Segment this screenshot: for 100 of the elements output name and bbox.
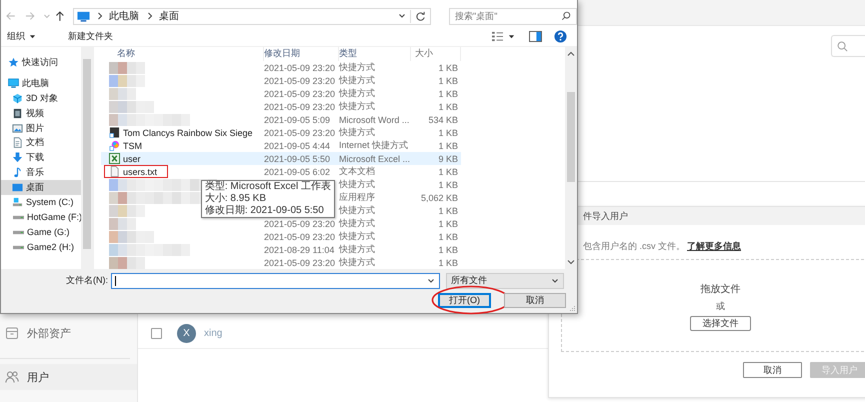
- date-cell: 2021-05-09 23:20: [264, 128, 336, 138]
- users-icon: [5, 370, 19, 384]
- drive-icon: [12, 196, 23, 208]
- toolbar-button[interactable]: 新建文件夹: [64, 30, 117, 43]
- size-cell: 1 KB: [438, 258, 458, 268]
- file-name: user: [123, 154, 141, 164]
- date-cell: 2021-09-05 5:09: [264, 114, 330, 124]
- cube-icon: [12, 92, 23, 104]
- toolbar-button[interactable]: 组织: [3, 30, 40, 43]
- up-arrow-icon[interactable]: [54, 10, 66, 22]
- size-cell: 534 KB: [428, 114, 458, 124]
- column-header[interactable]: 修改日期: [264, 47, 339, 61]
- date-cell: 2021-05-09 23:20: [264, 102, 336, 112]
- type-cell: Internet 快捷方式: [339, 140, 408, 150]
- file-row[interactable]: user 2021-09-05 5:50 Microsoft Excel ... 9 KB: [101, 152, 461, 165]
- filename-field[interactable]: [111, 272, 440, 288]
- type-cell: 快捷方式: [339, 75, 375, 85]
- file-name: users.txt: [123, 166, 158, 176]
- download-icon: [12, 152, 23, 164]
- help-icon[interactable]: [554, 30, 567, 43]
- scroll-down-icon[interactable]: [567, 259, 575, 265]
- file-type-dropdown[interactable]: 所有文件: [446, 272, 564, 288]
- date-cell: 2021-05-09 23:20: [264, 218, 336, 228]
- date-cell: 2021-08-29 11:04: [264, 244, 334, 254]
- size-cell: 1 KB: [438, 140, 458, 150]
- file-name: TSM: [123, 140, 142, 150]
- panel-title: 件导入用户: [583, 210, 628, 222]
- type-cell: 快捷方式: [339, 257, 375, 267]
- breadcrumb-item[interactable]: 此电脑: [109, 9, 140, 23]
- size-cell: 1 KB: [438, 76, 458, 86]
- chevron-icon: [97, 12, 104, 20]
- type-cell: 文本文档: [339, 166, 375, 176]
- search-field[interactable]: [831, 35, 865, 57]
- cancel-button[interactable]: 取消: [504, 293, 566, 308]
- document-icon: [12, 137, 23, 148]
- shortcut-icon: [109, 127, 120, 138]
- checkbox[interactable]: [151, 328, 162, 338]
- nav-item[interactable]: 桌面: [1, 180, 81, 196]
- size-cell: 1 KB: [438, 102, 458, 112]
- nav-item[interactable]: 视频: [1, 106, 81, 121]
- date-cell: 2021-09-05 5:50: [264, 154, 330, 164]
- drop-text: 拖放文件: [700, 282, 740, 296]
- type-cell: Microsoft Excel ...: [339, 154, 410, 164]
- size-cell: 1 KB: [438, 88, 458, 98]
- spreadsheet-icon: [109, 153, 120, 164]
- type-cell: 快捷方式: [339, 101, 375, 111]
- caret-icon: [29, 33, 36, 40]
- type-cell: 快捷方式: [339, 218, 375, 228]
- picture-icon: [12, 122, 23, 134]
- search-icon: [561, 11, 572, 21]
- type-cell: 快捷方式: [339, 62, 375, 72]
- film-icon: [12, 108, 23, 119]
- search-field[interactable]: 搜索"桌面": [449, 8, 578, 24]
- scroll-up-icon[interactable]: [567, 51, 575, 57]
- type-cell: 应用程序: [339, 192, 375, 202]
- preview-pane-icon[interactable]: [529, 31, 542, 42]
- archive-icon: [5, 326, 19, 340]
- address-bar[interactable]: 此电脑 桌面: [73, 8, 432, 24]
- cancel-button[interactable]: 取消: [743, 362, 802, 378]
- nav-item[interactable]: System (C:): [1, 195, 81, 210]
- column-header[interactable]: 类型: [339, 47, 411, 61]
- date-cell: 2021-05-09 23:20: [264, 232, 336, 242]
- nav-item[interactable]: 快速访问: [1, 55, 81, 70]
- nav-item[interactable]: 此电脑: [1, 76, 81, 91]
- nav-item[interactable]: 音乐: [1, 165, 81, 180]
- column-header[interactable]: 名称: [101, 47, 264, 61]
- nav-item[interactable]: Game2 (H:): [1, 240, 81, 255]
- learn-more-link[interactable]: 了解更多信息: [687, 240, 742, 253]
- type-cell: 快捷方式: [339, 244, 375, 254]
- refresh-icon[interactable]: [415, 10, 426, 22]
- size-cell: 1 KB: [438, 166, 458, 176]
- size-cell: 1 KB: [438, 180, 458, 190]
- monitor-icon: [77, 10, 90, 22]
- nav-item[interactable]: Game (G:): [1, 224, 81, 240]
- type-cell: 快捷方式: [339, 231, 375, 241]
- nav-item[interactable]: 图片: [1, 120, 81, 136]
- type-cell: Microsoft Word ...: [339, 114, 410, 124]
- open-button[interactable]: 打开(O): [438, 293, 491, 308]
- type-cell: 快捷方式: [339, 179, 375, 189]
- nav-item[interactable]: 3D 对象: [1, 90, 81, 106]
- dropdown-caret-icon[interactable]: [398, 12, 406, 20]
- scrollbar[interactable]: [565, 47, 577, 269]
- date-cell: 2021-05-09 23:20: [264, 62, 336, 72]
- sidebar-item[interactable]: 用户: [0, 364, 137, 390]
- sidebar-item[interactable]: 外部资产: [0, 320, 137, 346]
- desktop-icon: [12, 182, 23, 194]
- column-header[interactable]: 大小: [411, 47, 461, 61]
- or-text: 或: [716, 300, 725, 313]
- breadcrumb-item[interactable]: 桌面: [159, 9, 180, 23]
- size-cell: 1 KB: [438, 128, 458, 138]
- date-cell: 2021-05-09 23:20: [264, 88, 336, 98]
- music-note-icon: [12, 167, 23, 178]
- choose-file-button[interactable]: 选择文件: [690, 316, 751, 331]
- date-cell: 2021-09-05 6:02: [264, 166, 330, 176]
- view-options-icon[interactable]: [491, 31, 504, 42]
- scrollbar[interactable]: [81, 47, 93, 269]
- dropdown-caret-icon: [551, 276, 559, 284]
- nav-item[interactable]: 下载: [1, 150, 81, 166]
- nav-item[interactable]: 文档: [1, 135, 81, 150]
- caret-icon[interactable]: [508, 33, 515, 40]
